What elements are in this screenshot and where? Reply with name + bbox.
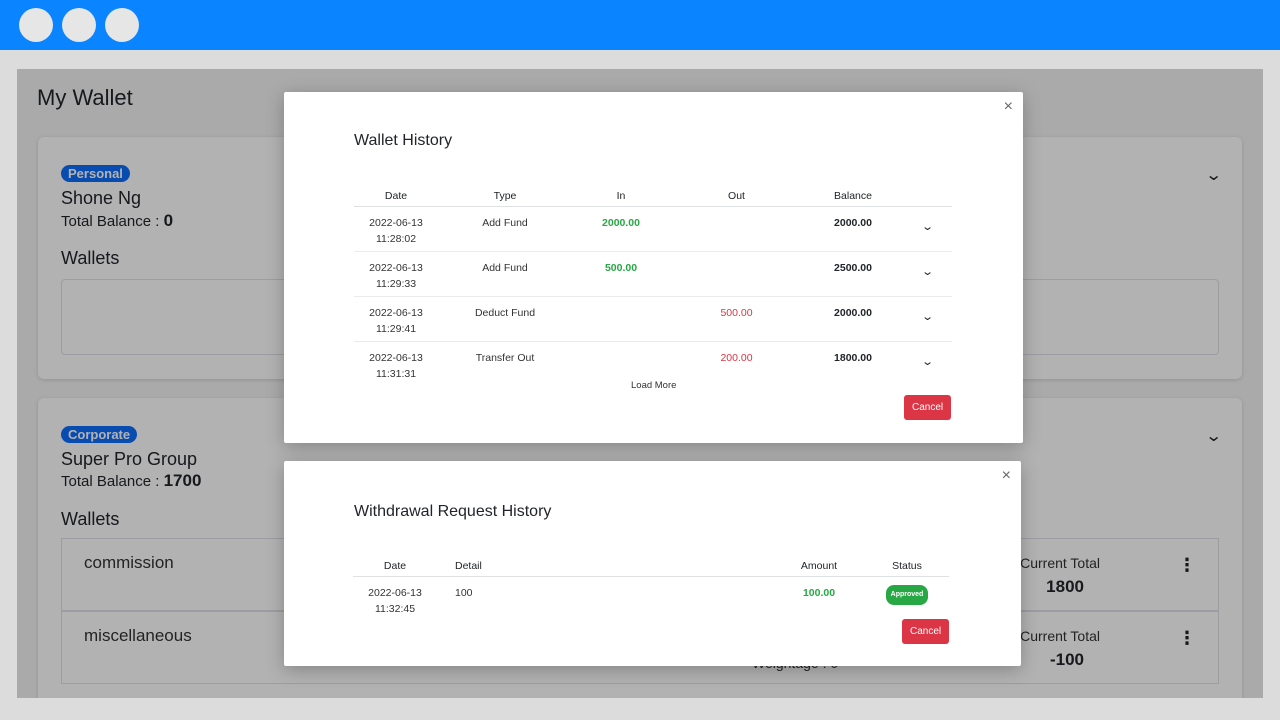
chevron-down-icon[interactable]: ⌄ [921, 309, 934, 325]
cell-out: 200.00 [720, 352, 753, 364]
window-control-minimize[interactable] [62, 8, 96, 42]
column-header-amount: Amount [773, 554, 865, 577]
cell-time: 11:32:45 [374, 603, 416, 615]
cell-time: 11:28:02 [375, 233, 417, 245]
cell-amount: 100.00 [802, 587, 836, 599]
cell-balance: 1800.00 [834, 352, 872, 364]
cell-date: 2022-06-13 [369, 217, 423, 229]
table-row[interactable]: 2022-06-13 11:28:02 Add Fund 2000.00 2000… [354, 206, 952, 252]
cell-time: 11:29:41 [375, 323, 417, 335]
cell-datetime: 2022-06-13 11:29:41 [354, 296, 438, 342]
chevron-down-icon[interactable]: ⌄ [921, 219, 934, 235]
wallet-history-modal: × Wallet History Date Type In Out Balanc… [284, 92, 1023, 443]
table-row[interactable]: 2022-06-13 11:32:45 100 100.00 Approved [353, 577, 949, 622]
cell-in: 2000.00 [572, 206, 670, 252]
close-icon[interactable]: × [1004, 98, 1013, 116]
cell-date: 2022-06-13 [369, 307, 423, 319]
modal-title: Wallet History [354, 132, 453, 149]
cell-datetime: 2022-06-13 11:29:33 [354, 251, 438, 297]
cell-out [670, 206, 803, 252]
column-header-status: Status [865, 554, 949, 577]
cell-type: Add Fund [438, 206, 572, 252]
cell-toggle: ⌄ [903, 342, 952, 387]
column-header-out: Out [670, 184, 803, 207]
withdrawal-history-table: Date Detail Amount Status 2022-06-13 11:3… [353, 554, 949, 621]
cell-balance: 2000.00 [803, 296, 903, 342]
cell-toggle: ⌄ [903, 296, 952, 342]
column-header-date: Date [354, 184, 438, 207]
cell-type: Add Fund [438, 251, 572, 297]
cell-out [670, 251, 803, 297]
column-header-in: In [572, 184, 670, 207]
window-titlebar [0, 0, 1280, 50]
status-badge: Approved [885, 585, 929, 605]
column-header-detail: Detail [437, 554, 773, 577]
cell-datetime: 2022-06-13 11:28:02 [354, 206, 438, 252]
window-control-maximize[interactable] [105, 8, 139, 42]
cell-toggle: ⌄ [903, 206, 952, 252]
load-more-link[interactable]: Load More [631, 380, 676, 391]
table-header-row: Date Detail Amount Status [353, 554, 949, 577]
cell-in [572, 296, 670, 342]
cancel-button[interactable]: Cancel [904, 395, 952, 420]
cell-date: 2022-06-13 [368, 587, 422, 599]
withdrawal-history-modal: × Withdrawal Request History Date Detail… [284, 461, 1021, 666]
modal-title: Withdrawal Request History [354, 503, 552, 520]
cell-time: 11:29:33 [375, 278, 417, 290]
column-header-actions [903, 184, 952, 207]
column-header-type: Type [438, 184, 572, 207]
column-header-balance: Balance [803, 184, 903, 207]
cell-type: Deduct Fund [438, 296, 572, 342]
cell-datetime: 2022-06-13 11:31:31 [354, 342, 438, 387]
close-icon[interactable]: × [1002, 467, 1011, 485]
window-control-close[interactable] [19, 8, 53, 42]
cell-toggle: ⌄ [903, 251, 952, 297]
cell-datetime: 2022-06-13 11:32:45 [353, 577, 437, 622]
cell-balance: 2500.00 [803, 251, 903, 297]
wallet-history-table: Date Type In Out Balance 2022-06-13 11:28… [354, 184, 952, 386]
chevron-down-icon[interactable]: ⌄ [921, 264, 934, 280]
chevron-down-icon[interactable]: ⌄ [921, 354, 934, 370]
column-header-date: Date [353, 554, 437, 577]
cell-date: 2022-06-13 [369, 262, 423, 274]
cell-in: 500.00 [572, 251, 670, 297]
table-header-row: Date Type In Out Balance [354, 184, 952, 207]
cell-out: 500.00 [670, 296, 803, 342]
table-row[interactable]: 2022-06-13 11:29:41 Deduct Fund 500.00 20… [354, 296, 952, 342]
cell-status: Approved [865, 577, 949, 622]
table-row[interactable]: 2022-06-13 11:29:33 Add Fund 500.00 2500.… [354, 251, 952, 297]
cell-balance: 2000.00 [803, 206, 903, 252]
cell-time: 11:31:31 [375, 368, 417, 380]
cell-type: Transfer Out [475, 352, 535, 364]
cancel-button[interactable]: Cancel [902, 619, 950, 644]
cell-detail: 100 [455, 587, 473, 599]
cell-date: 2022-06-13 [369, 352, 423, 364]
